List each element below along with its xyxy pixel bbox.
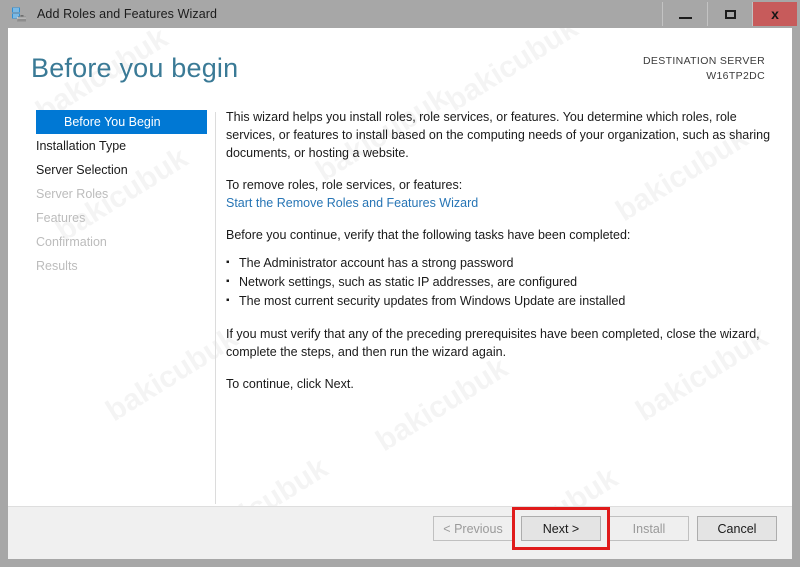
wizard-window: Add Roles and Features Wizard x bakicubu…	[0, 0, 800, 567]
previous-button: < Previous	[433, 516, 513, 541]
watermark: bakicubuk	[100, 321, 244, 428]
intro-paragraph: This wizard helps you install roles, rol…	[226, 110, 771, 160]
cancel-button[interactable]: Cancel	[697, 516, 777, 541]
wizard-body: This wizard helps you install roles, rol…	[226, 108, 774, 407]
sidebar-item-server-selection[interactable]: Server Selection	[8, 158, 207, 182]
prerequisite-list: The Administrator account has a strong p…	[226, 253, 774, 311]
watermark: bakicubuk	[440, 28, 584, 119]
list-item: Network settings, such as static IP addr…	[226, 272, 774, 292]
minimize-icon	[678, 17, 692, 19]
page-title: Before you begin	[31, 53, 239, 83]
close-button[interactable]: x	[752, 2, 797, 26]
destination-server: DESTINATION SERVER W16TP2DC	[643, 54, 765, 84]
sidebar-item-label: Features	[36, 211, 86, 225]
remove-prompt: To remove roles, role services, or featu…	[226, 178, 463, 192]
sidebar-item-label: Before You Begin	[64, 115, 161, 129]
maximize-icon	[724, 9, 736, 19]
list-item: The most current security updates from W…	[226, 291, 774, 311]
continue-note: To continue, click Next.	[226, 377, 354, 391]
nav-divider	[215, 112, 216, 504]
next-button[interactable]: Next >	[521, 516, 601, 541]
sidebar-item-label: Server Selection	[36, 163, 128, 177]
sidebar-item-server-roles: Server Roles	[8, 182, 207, 206]
prerequisite-note: If you must verify that any of the prece…	[226, 327, 760, 359]
sidebar-item-features: Features	[8, 206, 207, 230]
sidebar-item-results: Results	[8, 254, 207, 278]
wizard-nav: Before You Begin Installation Type Serve…	[8, 110, 207, 278]
verify-prompt: Before you continue, verify that the fol…	[226, 228, 631, 242]
install-button: Install	[609, 516, 689, 541]
destination-server-label: DESTINATION SERVER	[642, 55, 765, 67]
close-icon: x	[771, 6, 779, 22]
list-item: The Administrator account has a strong p…	[226, 253, 774, 273]
sidebar-item-label: Server Roles	[36, 187, 109, 201]
destination-server-name: W16TP2DC	[706, 70, 765, 82]
minimize-button[interactable]	[662, 2, 707, 26]
server-roles-icon	[11, 6, 28, 23]
next-button-wrapper: Next >	[512, 507, 610, 550]
maximize-button[interactable]	[707, 2, 752, 26]
sidebar-item-label: Confirmation	[36, 235, 107, 249]
title-bar: Add Roles and Features Wizard x	[0, 0, 800, 28]
window-title: Add Roles and Features Wizard	[37, 7, 218, 21]
wizard-client-area: bakicubuk bakicubuk bakicubuk bakicubuk …	[8, 28, 792, 559]
sidebar-item-label: Results	[36, 259, 78, 273]
sidebar-item-installation-type[interactable]: Installation Type	[8, 134, 207, 158]
sidebar-item-label: Installation Type	[36, 139, 127, 153]
sidebar-item-before-you-begin[interactable]: Before You Begin	[36, 110, 207, 134]
remove-roles-wizard-link[interactable]: Start the Remove Roles and Features Wiza…	[226, 194, 774, 212]
footer-button-group: < Previous Next > Install Cancel	[433, 507, 777, 550]
wizard-footer: < Previous Next > Install Cancel	[8, 506, 792, 559]
window-controls: x	[662, 2, 797, 26]
sidebar-item-confirmation: Confirmation	[8, 230, 207, 254]
